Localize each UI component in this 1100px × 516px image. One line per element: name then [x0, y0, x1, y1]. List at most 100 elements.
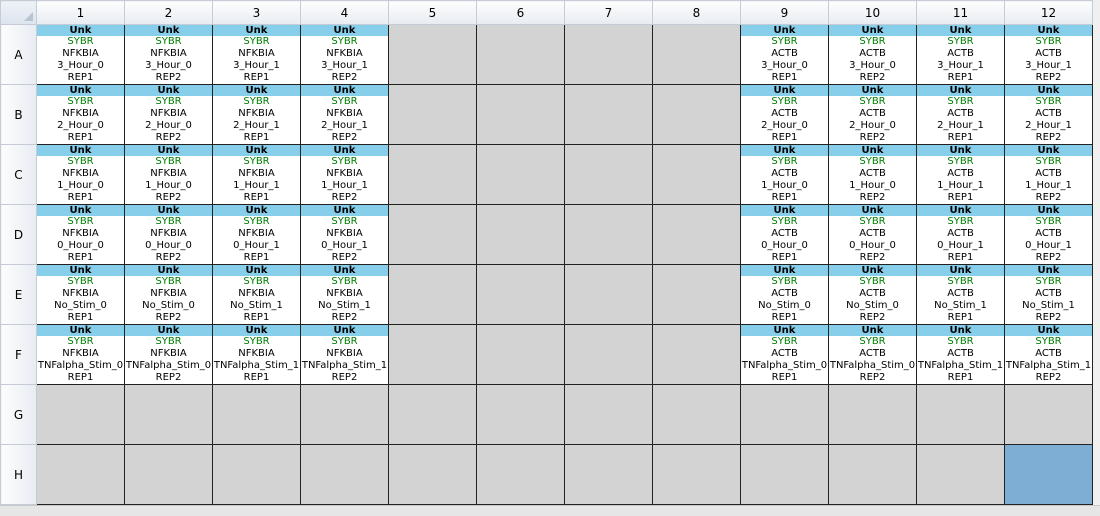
- well-H5[interactable]: [388, 444, 477, 505]
- well-F4[interactable]: Unk SYBR NFKBIA TNFalpha_Stim_1 REP2: [300, 324, 389, 385]
- well-A11[interactable]: Unk SYBR ACTB 3_Hour_1 REP1: [916, 24, 1005, 85]
- column-header-10[interactable]: 10: [828, 0, 917, 25]
- well-H6[interactable]: [476, 444, 565, 505]
- well-B1[interactable]: Unk SYBR NFKBIA 2_Hour_0 REP1: [36, 84, 125, 145]
- row-header-H[interactable]: H: [0, 444, 37, 505]
- well-F5[interactable]: [388, 324, 477, 385]
- column-header-4[interactable]: 4: [300, 0, 389, 25]
- well-E10[interactable]: Unk SYBR ACTB No_Stim_0 REP2: [828, 264, 917, 325]
- row-header-G[interactable]: G: [0, 384, 37, 445]
- well-F12[interactable]: Unk SYBR ACTB TNFalpha_Stim_1 REP2: [1004, 324, 1093, 385]
- well-D6[interactable]: [476, 204, 565, 265]
- well-F6[interactable]: [476, 324, 565, 385]
- column-header-3[interactable]: 3: [212, 0, 301, 25]
- well-G6[interactable]: [476, 384, 565, 445]
- row-header-C[interactable]: C: [0, 144, 37, 205]
- column-header-8[interactable]: 8: [652, 0, 741, 25]
- well-G5[interactable]: [388, 384, 477, 445]
- well-H2[interactable]: [124, 444, 213, 505]
- well-D3[interactable]: Unk SYBR NFKBIA 0_Hour_1 REP1: [212, 204, 301, 265]
- well-H1[interactable]: [36, 444, 125, 505]
- well-A3[interactable]: Unk SYBR NFKBIA 3_Hour_1 REP1: [212, 24, 301, 85]
- well-H7[interactable]: [564, 444, 653, 505]
- row-header-F[interactable]: F: [0, 324, 37, 385]
- well-B5[interactable]: [388, 84, 477, 145]
- well-H9[interactable]: [740, 444, 829, 505]
- well-H3[interactable]: [212, 444, 301, 505]
- select-all-corner[interactable]: [0, 0, 37, 25]
- well-G4[interactable]: [300, 384, 389, 445]
- well-A4[interactable]: Unk SYBR NFKBIA 3_Hour_1 REP2: [300, 24, 389, 85]
- horizontal-scrollbar[interactable]: [0, 505, 1100, 516]
- well-A7[interactable]: [564, 24, 653, 85]
- well-H4[interactable]: [300, 444, 389, 505]
- row-header-E[interactable]: E: [0, 264, 37, 325]
- well-G7[interactable]: [564, 384, 653, 445]
- well-D10[interactable]: Unk SYBR ACTB 0_Hour_0 REP2: [828, 204, 917, 265]
- row-header-A[interactable]: A: [0, 24, 37, 85]
- well-E3[interactable]: Unk SYBR NFKBIA No_Stim_1 REP1: [212, 264, 301, 325]
- well-B9[interactable]: Unk SYBR ACTB 2_Hour_0 REP1: [740, 84, 829, 145]
- well-B6[interactable]: [476, 84, 565, 145]
- well-B10[interactable]: Unk SYBR ACTB 2_Hour_0 REP2: [828, 84, 917, 145]
- column-header-6[interactable]: 6: [476, 0, 565, 25]
- well-B8[interactable]: [652, 84, 741, 145]
- well-G8[interactable]: [652, 384, 741, 445]
- column-header-9[interactable]: 9: [740, 0, 829, 25]
- well-D4[interactable]: Unk SYBR NFKBIA 0_Hour_1 REP2: [300, 204, 389, 265]
- well-A8[interactable]: [652, 24, 741, 85]
- well-D8[interactable]: [652, 204, 741, 265]
- well-E2[interactable]: Unk SYBR NFKBIA No_Stim_0 REP2: [124, 264, 213, 325]
- well-G10[interactable]: [828, 384, 917, 445]
- well-G11[interactable]: [916, 384, 1005, 445]
- well-G2[interactable]: [124, 384, 213, 445]
- well-F10[interactable]: Unk SYBR ACTB TNFalpha_Stim_0 REP2: [828, 324, 917, 385]
- well-E4[interactable]: Unk SYBR NFKBIA No_Stim_1 REP2: [300, 264, 389, 325]
- well-F7[interactable]: [564, 324, 653, 385]
- well-B4[interactable]: Unk SYBR NFKBIA 2_Hour_1 REP2: [300, 84, 389, 145]
- well-G3[interactable]: [212, 384, 301, 445]
- well-C6[interactable]: [476, 144, 565, 205]
- well-E6[interactable]: [476, 264, 565, 325]
- well-D7[interactable]: [564, 204, 653, 265]
- well-C1[interactable]: Unk SYBR NFKBIA 1_Hour_0 REP1: [36, 144, 125, 205]
- well-C4[interactable]: Unk SYBR NFKBIA 1_Hour_1 REP2: [300, 144, 389, 205]
- well-D9[interactable]: Unk SYBR ACTB 0_Hour_0 REP1: [740, 204, 829, 265]
- well-C11[interactable]: Unk SYBR ACTB 1_Hour_1 REP1: [916, 144, 1005, 205]
- well-C7[interactable]: [564, 144, 653, 205]
- row-header-B[interactable]: B: [0, 84, 37, 145]
- well-G9[interactable]: [740, 384, 829, 445]
- well-B2[interactable]: Unk SYBR NFKBIA 2_Hour_0 REP2: [124, 84, 213, 145]
- well-A10[interactable]: Unk SYBR ACTB 3_Hour_0 REP2: [828, 24, 917, 85]
- well-D5[interactable]: [388, 204, 477, 265]
- well-B7[interactable]: [564, 84, 653, 145]
- column-header-11[interactable]: 11: [916, 0, 1005, 25]
- well-H11[interactable]: [916, 444, 1005, 505]
- well-F8[interactable]: [652, 324, 741, 385]
- well-D11[interactable]: Unk SYBR ACTB 0_Hour_1 REP1: [916, 204, 1005, 265]
- column-header-2[interactable]: 2: [124, 0, 213, 25]
- well-B11[interactable]: Unk SYBR ACTB 2_Hour_1 REP1: [916, 84, 1005, 145]
- well-D1[interactable]: Unk SYBR NFKBIA 0_Hour_0 REP1: [36, 204, 125, 265]
- well-B3[interactable]: Unk SYBR NFKBIA 2_Hour_1 REP1: [212, 84, 301, 145]
- well-H10[interactable]: [828, 444, 917, 505]
- well-E8[interactable]: [652, 264, 741, 325]
- well-C2[interactable]: Unk SYBR NFKBIA 1_Hour_0 REP2: [124, 144, 213, 205]
- well-D2[interactable]: Unk SYBR NFKBIA 0_Hour_0 REP2: [124, 204, 213, 265]
- well-H12[interactable]: [1004, 444, 1093, 505]
- column-header-5[interactable]: 5: [388, 0, 477, 25]
- well-C9[interactable]: Unk SYBR ACTB 1_Hour_0 REP1: [740, 144, 829, 205]
- column-header-12[interactable]: 12: [1004, 0, 1093, 25]
- column-header-1[interactable]: 1: [36, 0, 125, 25]
- well-E7[interactable]: [564, 264, 653, 325]
- column-header-7[interactable]: 7: [564, 0, 653, 25]
- well-A2[interactable]: Unk SYBR NFKBIA 3_Hour_0 REP2: [124, 24, 213, 85]
- well-F3[interactable]: Unk SYBR NFKBIA TNFalpha_Stim_1 REP1: [212, 324, 301, 385]
- well-G12[interactable]: [1004, 384, 1093, 445]
- well-E5[interactable]: [388, 264, 477, 325]
- well-E12[interactable]: Unk SYBR ACTB No_Stim_1 REP2: [1004, 264, 1093, 325]
- well-A12[interactable]: Unk SYBR ACTB 3_Hour_1 REP2: [1004, 24, 1093, 85]
- well-F11[interactable]: Unk SYBR ACTB TNFalpha_Stim_1 REP1: [916, 324, 1005, 385]
- well-A6[interactable]: [476, 24, 565, 85]
- well-B12[interactable]: Unk SYBR ACTB 2_Hour_1 REP2: [1004, 84, 1093, 145]
